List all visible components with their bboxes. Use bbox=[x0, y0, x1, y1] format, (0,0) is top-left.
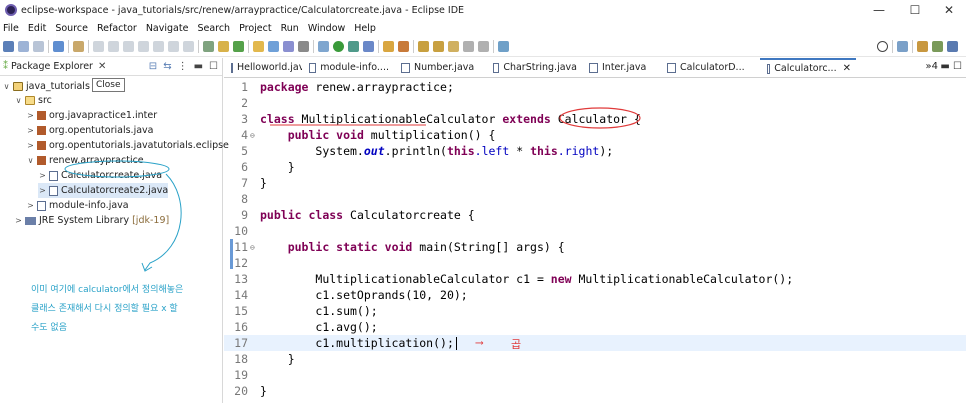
menu-run[interactable]: Run bbox=[281, 23, 299, 34]
menu-window[interactable]: Window bbox=[308, 23, 345, 34]
git-perspective-icon[interactable] bbox=[947, 41, 958, 52]
editor-minimize-maximize-icons[interactable]: ▬ ☐ bbox=[940, 61, 962, 72]
open-type-icon[interactable] bbox=[218, 41, 229, 52]
resume-icon[interactable] bbox=[93, 41, 104, 52]
tab-calculatorcreate[interactable]: Calculatorc... ✕ bbox=[760, 58, 856, 77]
handwritten-arrow: ⟶ bbox=[476, 336, 483, 349]
save-icon[interactable] bbox=[18, 41, 29, 52]
pin-editor-icon[interactable] bbox=[498, 41, 509, 52]
java-file-icon bbox=[493, 62, 500, 73]
minimize-button[interactable]: — bbox=[862, 0, 896, 20]
save-all-icon[interactable] bbox=[33, 41, 44, 52]
debug-icon[interactable] bbox=[318, 41, 329, 52]
toggle-mark-icon[interactable] bbox=[268, 41, 279, 52]
run-icon[interactable] bbox=[333, 41, 344, 52]
menu-edit[interactable]: Edit bbox=[28, 23, 46, 34]
coverage-run-icon[interactable] bbox=[363, 41, 374, 52]
annotation-line-1: 이미 여기에 calculator에서 정의해놓은 bbox=[31, 285, 184, 295]
terminal-icon[interactable] bbox=[53, 41, 64, 52]
java-perspective-icon[interactable] bbox=[917, 41, 928, 52]
tab-helloworld[interactable]: Helloworld.java bbox=[224, 58, 302, 77]
main-toolbar bbox=[0, 37, 966, 57]
new-icon[interactable] bbox=[3, 41, 14, 52]
title-bar: eclipse-workspace - java_tutorials/src/r… bbox=[0, 0, 966, 20]
close-window-button[interactable]: ✕ bbox=[932, 0, 966, 20]
tab-label: module-info.... bbox=[320, 62, 389, 73]
handwritten-note: 곱 bbox=[511, 338, 522, 351]
new-class-icon[interactable] bbox=[398, 41, 409, 52]
step-into-icon[interactable] bbox=[153, 41, 164, 52]
package-explorer-panel: ⁑ Package Explorer ✕ ⊟ ⇆ ⋮ ▬ ☐ Close ∨ j… bbox=[0, 58, 229, 403]
code-editor[interactable]: 1 package renew.arraypractice; 2 3 class… bbox=[224, 79, 966, 403]
java-file-icon bbox=[401, 62, 410, 73]
disconnect-icon[interactable] bbox=[138, 41, 149, 52]
tab-label: Calculatorc... bbox=[774, 63, 837, 74]
tab-charstring[interactable]: CharString.java bbox=[486, 58, 582, 77]
new-package-icon[interactable] bbox=[383, 41, 394, 52]
tab-label: Helloworld.java bbox=[237, 62, 302, 73]
java-file-icon bbox=[309, 62, 317, 73]
terminate-icon[interactable] bbox=[123, 41, 134, 52]
coverage-icon[interactable] bbox=[203, 41, 214, 52]
tab-calculatord[interactable]: CalculatorD... bbox=[660, 58, 760, 77]
menu-file[interactable]: File bbox=[3, 23, 19, 34]
forward-icon[interactable] bbox=[478, 41, 489, 52]
previous-annotation-icon[interactable] bbox=[433, 41, 444, 52]
menu-search[interactable]: Search bbox=[197, 23, 230, 34]
search-icon[interactable] bbox=[877, 41, 888, 52]
step-over-icon[interactable] bbox=[168, 41, 179, 52]
java-file-icon bbox=[667, 62, 676, 73]
menu-navigate[interactable]: Navigate bbox=[146, 23, 189, 34]
annotation-line-3: 수도 없음 bbox=[31, 323, 67, 333]
tab-label: Number.java bbox=[414, 62, 475, 73]
handwritten-annotation bbox=[64, 160, 182, 272]
tab-number[interactable]: Number.java bbox=[394, 58, 486, 77]
back-icon[interactable] bbox=[463, 41, 474, 52]
editor-tabs: Helloworld.java module-info.... Number.j… bbox=[224, 58, 966, 78]
step-return-icon[interactable] bbox=[183, 41, 194, 52]
show-whitespace-icon[interactable] bbox=[298, 41, 309, 52]
red-handwritten-marks bbox=[270, 107, 641, 129]
editor-area: Helloworld.java module-info.... Number.j… bbox=[224, 58, 966, 403]
last-edit-location-icon[interactable] bbox=[448, 41, 459, 52]
tab-label: CalculatorD... bbox=[680, 62, 745, 73]
tab-inter[interactable]: Inter.java bbox=[582, 58, 660, 77]
suspend-icon[interactable] bbox=[108, 41, 119, 52]
block-selection-icon[interactable] bbox=[283, 41, 294, 52]
menu-project[interactable]: Project bbox=[239, 23, 272, 34]
next-annotation-icon[interactable] bbox=[418, 41, 429, 52]
more-tabs-button[interactable]: »4 bbox=[926, 61, 938, 72]
skip-breakpoints-icon[interactable] bbox=[73, 41, 84, 52]
debug-perspective-icon[interactable] bbox=[932, 41, 943, 52]
close-tab-icon[interactable]: ✕ bbox=[843, 63, 851, 74]
open-perspective-icon[interactable] bbox=[897, 41, 908, 52]
java-file-icon bbox=[231, 62, 233, 73]
external-tools-icon[interactable] bbox=[348, 41, 359, 52]
new-java-project-icon[interactable] bbox=[233, 41, 244, 52]
java-file-icon bbox=[589, 62, 598, 73]
menu-bar: File Edit Source Refactor Navigate Searc… bbox=[0, 20, 966, 37]
tab-module-info[interactable]: module-info.... bbox=[302, 58, 394, 77]
menu-source[interactable]: Source bbox=[55, 23, 88, 34]
window-title: eclipse-workspace - java_tutorials/src/r… bbox=[21, 4, 465, 16]
open-task-icon[interactable] bbox=[253, 41, 264, 52]
menu-refactor[interactable]: Refactor bbox=[97, 23, 137, 34]
maximize-button[interactable]: ☐ bbox=[898, 0, 932, 20]
menu-help[interactable]: Help bbox=[354, 23, 376, 34]
java-file-icon bbox=[767, 63, 771, 74]
tab-label: Inter.java bbox=[602, 62, 647, 73]
eclipse-logo-icon bbox=[5, 4, 17, 16]
annotation-line-2: 클래스 존재해서 다시 정의할 필요 x 할 bbox=[31, 304, 178, 314]
tab-label: CharString.java bbox=[503, 62, 577, 73]
